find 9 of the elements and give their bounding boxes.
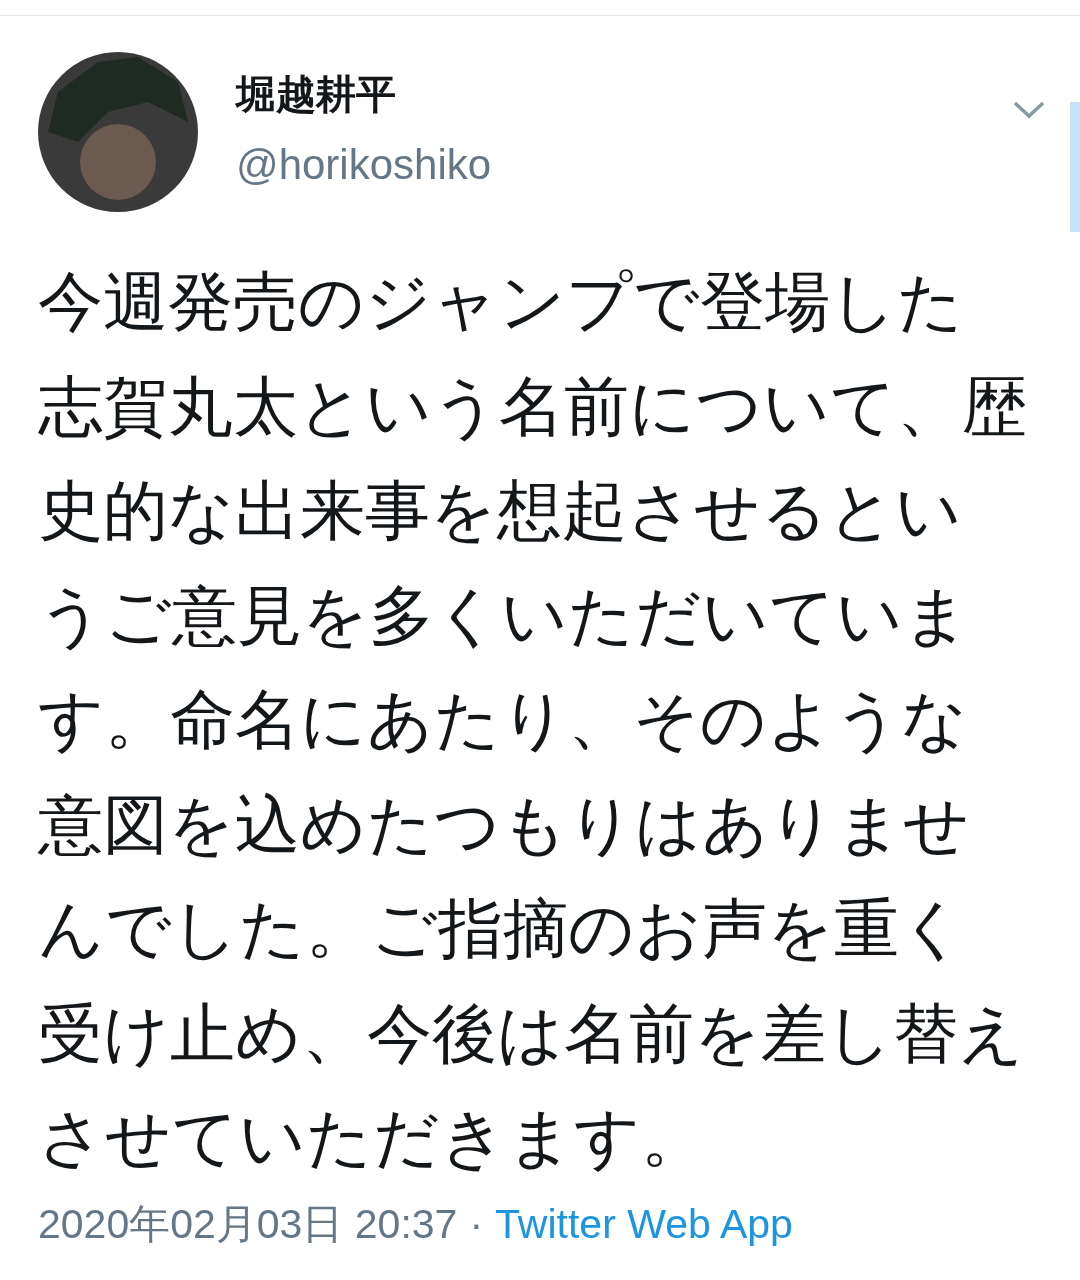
tweet-text: 今週発売のジャンプで登場した志賀丸太という名前について、歴史的な出来事を想起させるというご意見を多くいただいています。命名にあたり、そのような意図を込めたつもりはありませんでした。ご指摘のお声を重く受け止め、今後は名前を差し替えさせていただきます。	[38, 263, 1028, 1177]
chevron-down-icon[interactable]	[1012, 100, 1046, 120]
avatar[interactable]	[38, 52, 198, 212]
separator: ·	[469, 1200, 484, 1248]
timestamp: 2020年02月03日 20:37	[38, 1199, 458, 1249]
source-link[interactable]: Twitter Web App	[495, 1200, 793, 1248]
scrollbar[interactable]	[1070, 102, 1080, 232]
display-name[interactable]: 堀越耕平	[236, 70, 974, 118]
username-handle[interactable]: @horikoshiko	[236, 140, 974, 191]
